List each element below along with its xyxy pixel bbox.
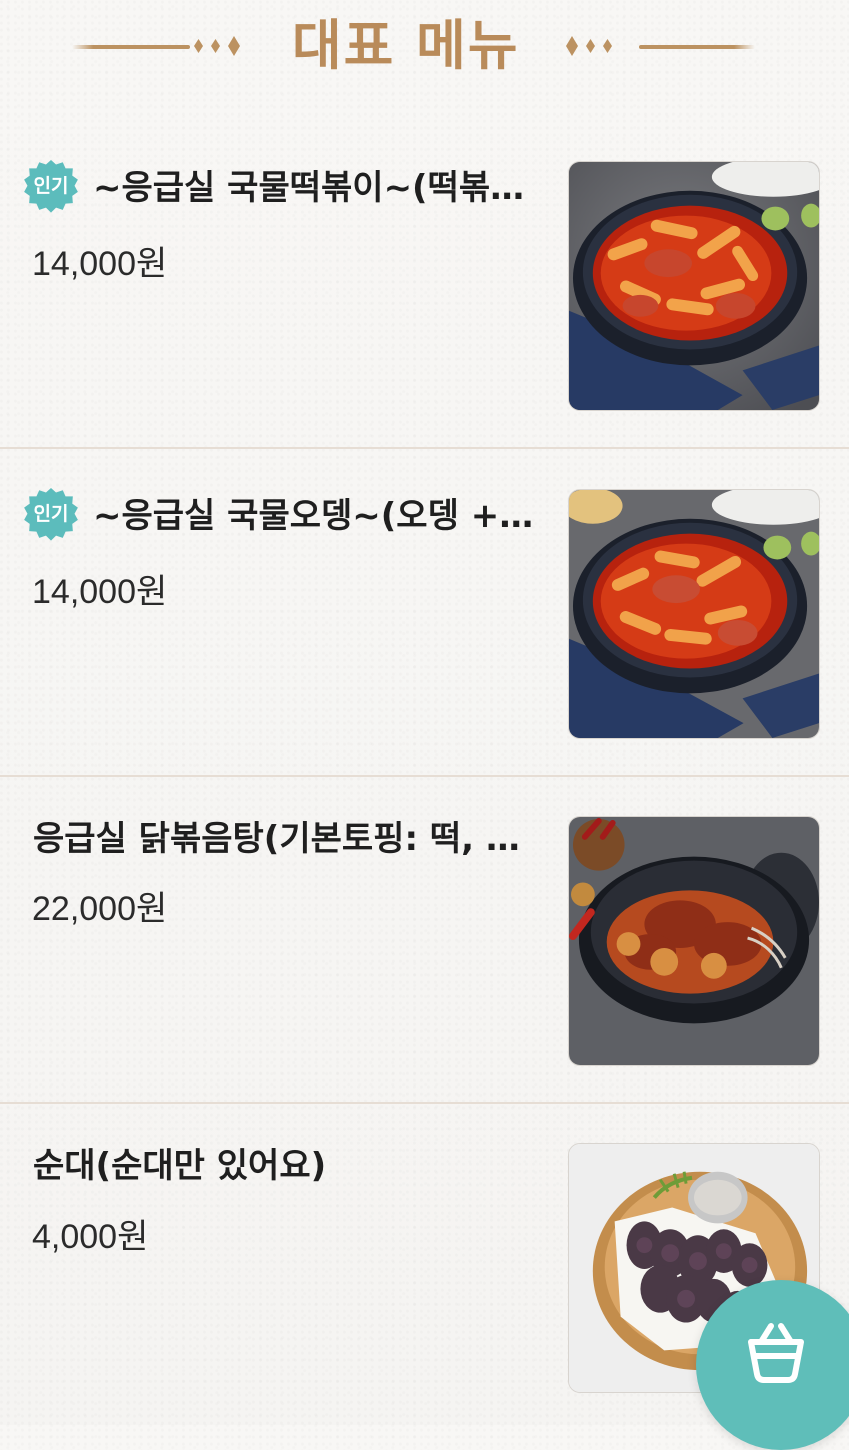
menu-item-name-row: 인기 ~응급실 국물오뎅~(오뎅 + 떡볶이 떡) <box>23 484 538 548</box>
header-right-diamonds <box>566 32 612 60</box>
menu-item-name: ~응급실 국물떡볶이~(떡볶이 떡 + 어묵) <box>93 168 538 208</box>
header-left-diamonds <box>194 32 240 60</box>
menu-item-price: 14,000원 <box>32 573 168 611</box>
popular-badge: 인기 <box>24 160 78 213</box>
menu-item-name-row: 순대(순대만 있어요) <box>33 1134 548 1198</box>
diamond-icon <box>194 39 203 53</box>
popular-badge-label: 인기 <box>33 503 69 525</box>
menu-item-price: 14,000원 <box>32 245 168 283</box>
header-right-line <box>639 45 755 49</box>
diamond-icon <box>211 39 220 53</box>
oden-tteokbokki-bowl-photo[interactable] <box>568 489 820 739</box>
menu-item-name-row: 인기 ~응급실 국물떡볶이~(떡볶이 떡 + 어묵) <box>23 156 538 220</box>
diamond-icon <box>566 36 578 56</box>
braised-spicy-chicken-photo[interactable] <box>568 816 820 1066</box>
header-left-line <box>72 45 190 49</box>
menu-item[interactable]: 인기 ~응급실 국물오뎅~(오뎅 + 떡볶이 떡) 14,000원 <box>0 450 849 777</box>
diamond-icon <box>603 39 612 53</box>
menu-item-price: 4,000원 <box>32 1218 149 1256</box>
tteokbokki-image <box>569 162 819 410</box>
section-header: 대표 메뉴 <box>0 0 849 92</box>
menu-divider <box>0 447 849 449</box>
popular-badge: 인기 <box>24 488 78 541</box>
menu-item-price: 22,000원 <box>32 890 168 928</box>
popular-badge-label: 인기 <box>33 175 69 197</box>
menu-item[interactable]: 응급실 닭볶음탕(기본토핑: 떡, 당면) 22,000원 <box>0 777 849 1104</box>
menu-item-name: 응급실 닭볶음탕(기본토핑: 떡, 당면) <box>33 819 548 859</box>
oden-image <box>569 490 819 738</box>
diamond-icon <box>228 36 240 56</box>
menu-item[interactable]: 인기 ~응급실 국물떡볶이~(떡볶이 떡 + 어묵) 14,000원 <box>0 122 849 449</box>
diamond-icon <box>586 39 595 53</box>
tteokbokki-bowl-photo[interactable] <box>568 161 820 411</box>
section-title: 대표 메뉴 <box>292 14 520 77</box>
menu-item-name: 순대(순대만 있어요) <box>33 1146 327 1186</box>
shopping-basket-icon <box>748 1323 804 1383</box>
menu-item-name: ~응급실 국물오뎅~(오뎅 + 떡볶이 떡) <box>93 496 538 536</box>
dakbokkeumtang-image <box>569 817 819 1065</box>
menu-item-name-row: 응급실 닭볶음탕(기본토핑: 떡, 당면) <box>33 807 548 871</box>
